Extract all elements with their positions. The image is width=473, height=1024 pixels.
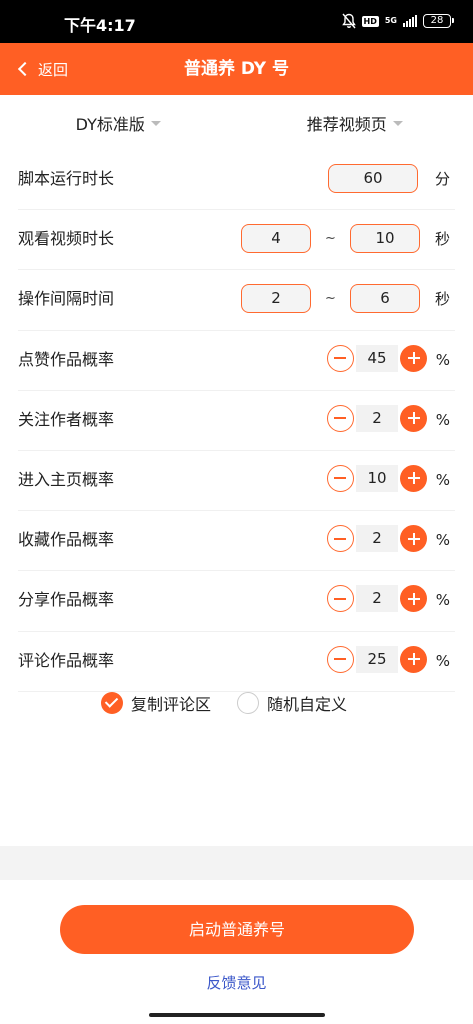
version-dropdown[interactable]: DY标准版 (0, 95, 237, 150)
copy-comments-option[interactable]: 复制评论区 (101, 688, 211, 718)
battery-icon: 28 (423, 14, 454, 28)
back-label: 返回 (38, 60, 69, 79)
unit-label: % (435, 651, 450, 670)
probability-row-share: 分享作品概率 2 % (18, 571, 455, 632)
unit-label: % (435, 410, 450, 429)
minus-icon[interactable] (327, 464, 354, 492)
setting-label: 关注作者概率 (18, 409, 115, 429)
interval-min-input[interactable]: 2 (241, 284, 311, 314)
plus-icon[interactable] (400, 464, 427, 492)
probability-row-favorite: 收藏作品概率 2 % (18, 511, 455, 572)
page-dropdown-label: 推荐视频页 (306, 114, 387, 134)
chevron-left-icon (17, 61, 33, 77)
settings-list: 脚本运行时长 60 分 观看视频时长 4 ~ 10 秒 操作间隔时间 2 ~ 6… (0, 150, 473, 692)
page-title: 普通养 DY 号 (183, 59, 290, 79)
stepper-value[interactable]: 10 (356, 464, 398, 492)
unit-label: % (435, 531, 450, 550)
option-label: 复制评论区 (131, 695, 212, 714)
plus-icon[interactable] (400, 404, 427, 432)
minus-icon[interactable] (327, 585, 354, 613)
watch-duration-max-input[interactable]: 10 (350, 224, 420, 254)
caret-down-icon (150, 121, 161, 126)
caret-down-icon (392, 121, 403, 126)
back-button[interactable]: 返回 (17, 43, 69, 95)
unit-label: 秒 (434, 230, 450, 249)
radio-checked-icon (101, 692, 123, 714)
status-icons: HD 5G 28 (341, 12, 454, 30)
start-button[interactable]: 启动普通养号 (60, 905, 414, 954)
stepper-value[interactable]: 2 (356, 585, 398, 613)
setting-label: 脚本运行时长 (18, 169, 115, 188)
network-type-label: 5G (384, 16, 397, 25)
minus-icon[interactable] (327, 344, 354, 372)
stepper-value[interactable]: 2 (356, 525, 398, 553)
probability-row-like: 点赞作品概率 45 % (18, 331, 455, 391)
status-time: 下午4:17 (64, 16, 136, 35)
probability-row-profile: 进入主页概率 10 % (18, 451, 455, 512)
setting-label: 进入主页概率 (18, 469, 115, 489)
feedback-link[interactable]: 反馈意见 (0, 972, 473, 993)
filter-dropdowns: DY标准版 推荐视频页 (0, 95, 473, 150)
option-label: 随机自定义 (267, 695, 348, 714)
version-dropdown-label: DY标准版 (75, 114, 145, 134)
app-header: 返回 普通养 DY 号 (0, 43, 473, 95)
setting-row-operation-interval: 操作间隔时间 2 ~ 6 秒 (18, 270, 455, 331)
radio-unchecked-icon (237, 692, 259, 714)
probability-row-comment: 评论作品概率 25 % (18, 632, 455, 692)
plus-icon[interactable] (400, 585, 427, 613)
range-separator: ~ (325, 231, 336, 247)
comment-source-options: 复制评论区 随机自定义 (0, 688, 473, 718)
stepper-value[interactable]: 25 (356, 645, 398, 673)
stepper-value[interactable]: 2 (356, 404, 398, 432)
probability-row-follow: 关注作者概率 2 % (18, 391, 455, 451)
home-indicator[interactable] (149, 1013, 325, 1017)
setting-label: 分享作品概率 (18, 590, 115, 610)
minus-icon[interactable] (327, 645, 354, 673)
unit-label: 分 (434, 170, 450, 188)
page-dropdown[interactable]: 推荐视频页 (237, 95, 473, 150)
setting-label: 观看视频时长 (18, 229, 115, 249)
plus-icon[interactable] (400, 525, 427, 553)
unit-label: % (435, 350, 450, 369)
plus-icon[interactable] (400, 344, 427, 372)
setting-label: 收藏作品概率 (18, 530, 115, 550)
script-runtime-input[interactable]: 60 (328, 164, 418, 193)
hd-badge: HD (361, 15, 379, 27)
stepper-value[interactable]: 45 (356, 344, 398, 372)
setting-row-watch-duration: 观看视频时长 4 ~ 10 秒 (18, 210, 455, 271)
section-divider (0, 846, 473, 880)
unit-label: % (435, 591, 450, 610)
setting-row-script-runtime: 脚本运行时长 60 分 (18, 150, 455, 211)
interval-max-input[interactable]: 6 (350, 284, 420, 314)
setting-label: 评论作品概率 (18, 650, 115, 670)
watch-duration-min-input[interactable]: 4 (241, 224, 311, 254)
unit-label: % (435, 470, 450, 489)
random-custom-option[interactable]: 随机自定义 (237, 688, 347, 718)
minus-icon[interactable] (327, 404, 354, 432)
bell-muted-icon (341, 13, 356, 29)
status-bar: 下午4:17 HD 5G 28 (0, 0, 473, 43)
minus-icon[interactable] (327, 525, 354, 553)
setting-label: 操作间隔时间 (18, 289, 115, 309)
signal-icon (403, 15, 417, 27)
plus-icon[interactable] (400, 645, 427, 673)
range-separator: ~ (325, 291, 336, 307)
setting-label: 点赞作品概率 (18, 349, 115, 369)
unit-label: 秒 (434, 290, 450, 309)
